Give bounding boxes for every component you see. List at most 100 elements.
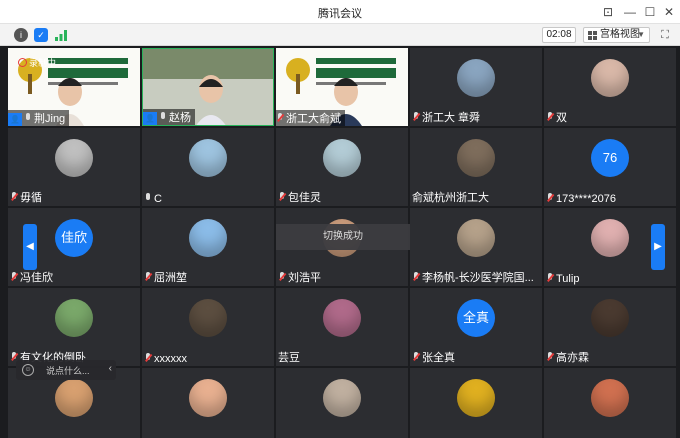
participant-name-text: 高亦霖: [556, 352, 589, 364]
participant-tile[interactable]: C: [142, 128, 274, 206]
participant-name-text: 屈洲堃: [154, 272, 187, 284]
mic-muted-icon: [144, 353, 152, 363]
participant-name-text: 毋循: [20, 192, 42, 204]
view-mode-button[interactable]: 宫格视图 ▼: [583, 27, 650, 43]
participant-tile[interactable]: 双: [544, 48, 676, 126]
participant-name-text: 张全真: [422, 352, 455, 364]
fullscreen-icon[interactable]: ⛶: [657, 27, 673, 43]
participant-tile[interactable]: 屈洲堃: [142, 208, 274, 286]
avatar: [189, 139, 227, 177]
avatar: [591, 219, 629, 257]
participant-tile[interactable]: 毋循: [8, 128, 140, 206]
participant-name-text: 荆Jing: [34, 113, 66, 125]
avatar: [591, 299, 629, 337]
pin-icon[interactable]: ⊡: [598, 2, 618, 22]
participant-name-text: 冯佳欣: [20, 272, 53, 284]
participant-tile[interactable]: xxxxxx: [142, 288, 274, 366]
mic-muted-icon: [412, 352, 420, 362]
avatar: [189, 299, 227, 337]
recording-indicator: 录制中: [18, 56, 56, 69]
user-icon: 👤: [8, 113, 22, 126]
avatar: [457, 219, 495, 257]
mic-icon: [144, 193, 152, 203]
chat-placeholder: 说点什么...: [46, 366, 90, 376]
mic-muted-icon: [278, 192, 286, 202]
mic-muted-icon: [412, 112, 420, 122]
participant-name: 张全真: [412, 349, 455, 365]
mic-muted-icon: [144, 272, 152, 282]
participant-tile[interactable]: [410, 368, 542, 438]
participant-name: 刘浩平: [278, 269, 321, 285]
participant-name-text: 双: [556, 112, 567, 124]
meeting-toolbar: i ✓ 02:08 宫格视图 ▼ ⛶: [0, 24, 680, 46]
avatar: 76: [591, 139, 629, 177]
chat-input-box[interactable]: ☺ 说点什么... ‹: [16, 360, 116, 380]
mic-muted-icon: [276, 113, 284, 123]
participant-tile[interactable]: 俞斌杭州浙工大: [410, 128, 542, 206]
emoji-icon[interactable]: ☺: [22, 364, 34, 376]
participant-tile[interactable]: [276, 368, 408, 438]
participant-name: 双: [546, 109, 567, 125]
participant-name: 浙工大俞斌: [276, 110, 345, 126]
participant-name: 👤 赵杨: [143, 109, 195, 125]
participant-name: 李杨帆-长沙医学院国...: [412, 269, 534, 285]
security-shield-icon[interactable]: ✓: [34, 28, 48, 42]
minimize-button[interactable]: —: [620, 2, 640, 22]
participant-name: 冯佳欣: [10, 269, 53, 285]
participant-name-text: 包佳灵: [288, 192, 321, 204]
signal-icon[interactable]: [54, 28, 68, 42]
participant-tile[interactable]: 全真 张全真: [410, 288, 542, 366]
participant-name: 屈洲堃: [144, 269, 187, 285]
prev-page-button[interactable]: ◀: [23, 224, 37, 270]
info-icon[interactable]: i: [14, 28, 28, 42]
participant-tile[interactable]: 浙工大俞斌: [276, 48, 408, 126]
participant-tile[interactable]: 李杨帆-长沙医学院国...: [410, 208, 542, 286]
mic-icon: [159, 112, 167, 122]
participant-tile[interactable]: [544, 368, 676, 438]
avatar: [189, 219, 227, 257]
participant-tile[interactable]: 包佳灵: [276, 128, 408, 206]
avatar: [189, 379, 227, 417]
mic-muted-icon: [10, 192, 18, 202]
participant-name-text: 俞斌杭州浙工大: [412, 192, 489, 204]
participant-tile[interactable]: 👤 赵杨: [142, 48, 274, 126]
participant-name-text: 芸豆: [278, 352, 300, 364]
user-icon: 👤: [143, 112, 157, 125]
participant-name-text: Tulip: [556, 273, 580, 285]
avatar: 佳欣: [55, 219, 93, 257]
participant-name: C: [144, 193, 162, 205]
participant-tile[interactable]: [142, 368, 274, 438]
participant-tile[interactable]: 有文化的倒卧: [8, 288, 140, 366]
avatar: [457, 379, 495, 417]
participant-name-text: C: [154, 193, 162, 205]
participant-name: 高亦霖: [546, 349, 589, 365]
participant-name: 芸豆: [278, 349, 300, 365]
participant-name-text: 李杨帆-长沙医学院国...: [422, 272, 534, 284]
participant-tile[interactable]: 高亦霖: [544, 288, 676, 366]
mic-icon: [24, 113, 32, 123]
participant-name: 173****2076: [546, 193, 616, 205]
maximize-button[interactable]: ☐: [640, 2, 660, 22]
participant-tile[interactable]: 芸豆: [276, 288, 408, 366]
next-page-button[interactable]: ▶: [651, 224, 665, 270]
participant-name-text: 赵杨: [169, 112, 191, 124]
title-bar: 腾讯会议 ⊡ — ☐ ✕: [0, 0, 680, 24]
participant-name: 俞斌杭州浙工大: [412, 189, 489, 205]
participant-name-text: 173****2076: [556, 193, 616, 205]
participant-name-text: xxxxxx: [154, 353, 187, 365]
mic-muted-icon: [546, 273, 554, 283]
collapse-chevron-icon[interactable]: ‹: [109, 363, 112, 374]
window-title: 腾讯会议: [318, 8, 362, 20]
meeting-window: 腾讯会议 ⊡ — ☐ ✕ i ✓ 02:08 宫格视图 ▼ ⛶ 👤 荆Jing 👤 赵…: [0, 0, 680, 438]
participant-tile[interactable]: 76 173****2076: [544, 128, 676, 206]
avatar: [457, 59, 495, 97]
avatar: [323, 299, 361, 337]
participant-name: 包佳灵: [278, 189, 321, 205]
close-button[interactable]: ✕: [659, 2, 679, 22]
avatar: [591, 379, 629, 417]
participant-name-text: 刘浩平: [288, 272, 321, 284]
participant-tile[interactable]: 浙工大 章舜: [410, 48, 542, 126]
participant-name: 浙工大 章舜: [412, 109, 480, 125]
avatar: [457, 139, 495, 177]
view-mode-label: 宫格视图: [600, 29, 640, 40]
